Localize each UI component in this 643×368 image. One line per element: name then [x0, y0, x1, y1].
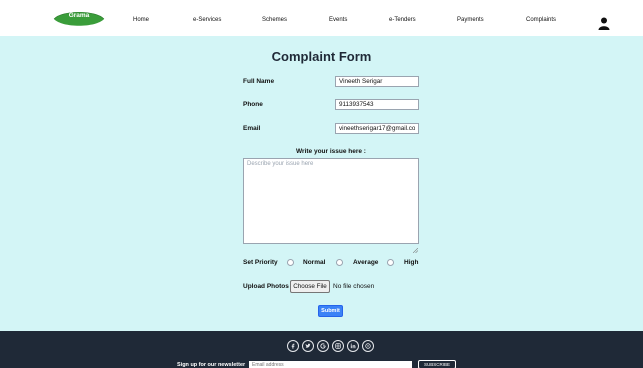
nav-home[interactable]: Home — [133, 17, 149, 23]
issue-textarea[interactable] — [243, 158, 419, 244]
priority-label: Set Priority — [243, 259, 278, 266]
full-name-label: Full Name — [243, 78, 275, 85]
facebook-icon[interactable] — [287, 340, 299, 352]
instagram-icon[interactable] — [332, 340, 344, 352]
priority-high-label: High — [404, 259, 419, 266]
priority-average-radio[interactable] — [336, 259, 343, 266]
twitter-icon[interactable] — [302, 340, 314, 352]
nav-e-tenders[interactable]: e-Tenders — [389, 17, 416, 23]
github-icon[interactable] — [362, 340, 374, 352]
subscribe-button[interactable]: SUBSCRIBE — [418, 360, 456, 368]
nav-payments[interactable]: Payments — [457, 17, 484, 23]
page-title: Complaint Form — [271, 49, 372, 64]
logo-text: Grama — [68, 12, 90, 19]
issue-label: Write your issue here : — [296, 148, 366, 155]
footer: Sign up for our newsletter SUBSCRIBE — [0, 331, 643, 368]
file-status-text: No file chosen — [333, 283, 375, 290]
user-profile-icon[interactable] — [598, 15, 610, 30]
nav-events[interactable]: Events — [329, 17, 347, 23]
email-label: Email — [243, 125, 261, 132]
nav-schemes[interactable]: Schemes — [262, 17, 287, 23]
newsletter-email-input[interactable] — [249, 361, 412, 368]
resize-grip-icon[interactable] — [412, 238, 419, 254]
nav-complaints[interactable]: Complaints — [526, 17, 556, 23]
priority-normal-label: Normal — [303, 259, 326, 266]
navbar: Grama Home e-Services Schemes Events e-T… — [0, 0, 643, 36]
priority-average-label: Average — [353, 259, 379, 266]
google-icon[interactable] — [317, 340, 329, 352]
upload-photos-label: Upload Photos — [243, 283, 289, 290]
grama-logo[interactable]: Grama — [52, 10, 106, 28]
priority-high-radio[interactable] — [387, 259, 394, 266]
email-input[interactable] — [335, 123, 419, 134]
choose-file-button[interactable]: Choose File — [290, 280, 330, 293]
newsletter-label: Sign up for our newsletter — [177, 362, 246, 368]
priority-normal-radio[interactable] — [287, 259, 294, 266]
nav-e-services[interactable]: e-Services — [193, 17, 221, 23]
full-name-input[interactable] — [335, 76, 419, 87]
phone-label: Phone — [243, 101, 263, 108]
phone-input[interactable] — [335, 99, 419, 110]
linkedin-icon[interactable] — [347, 340, 359, 352]
submit-button[interactable]: Submit — [318, 305, 343, 317]
